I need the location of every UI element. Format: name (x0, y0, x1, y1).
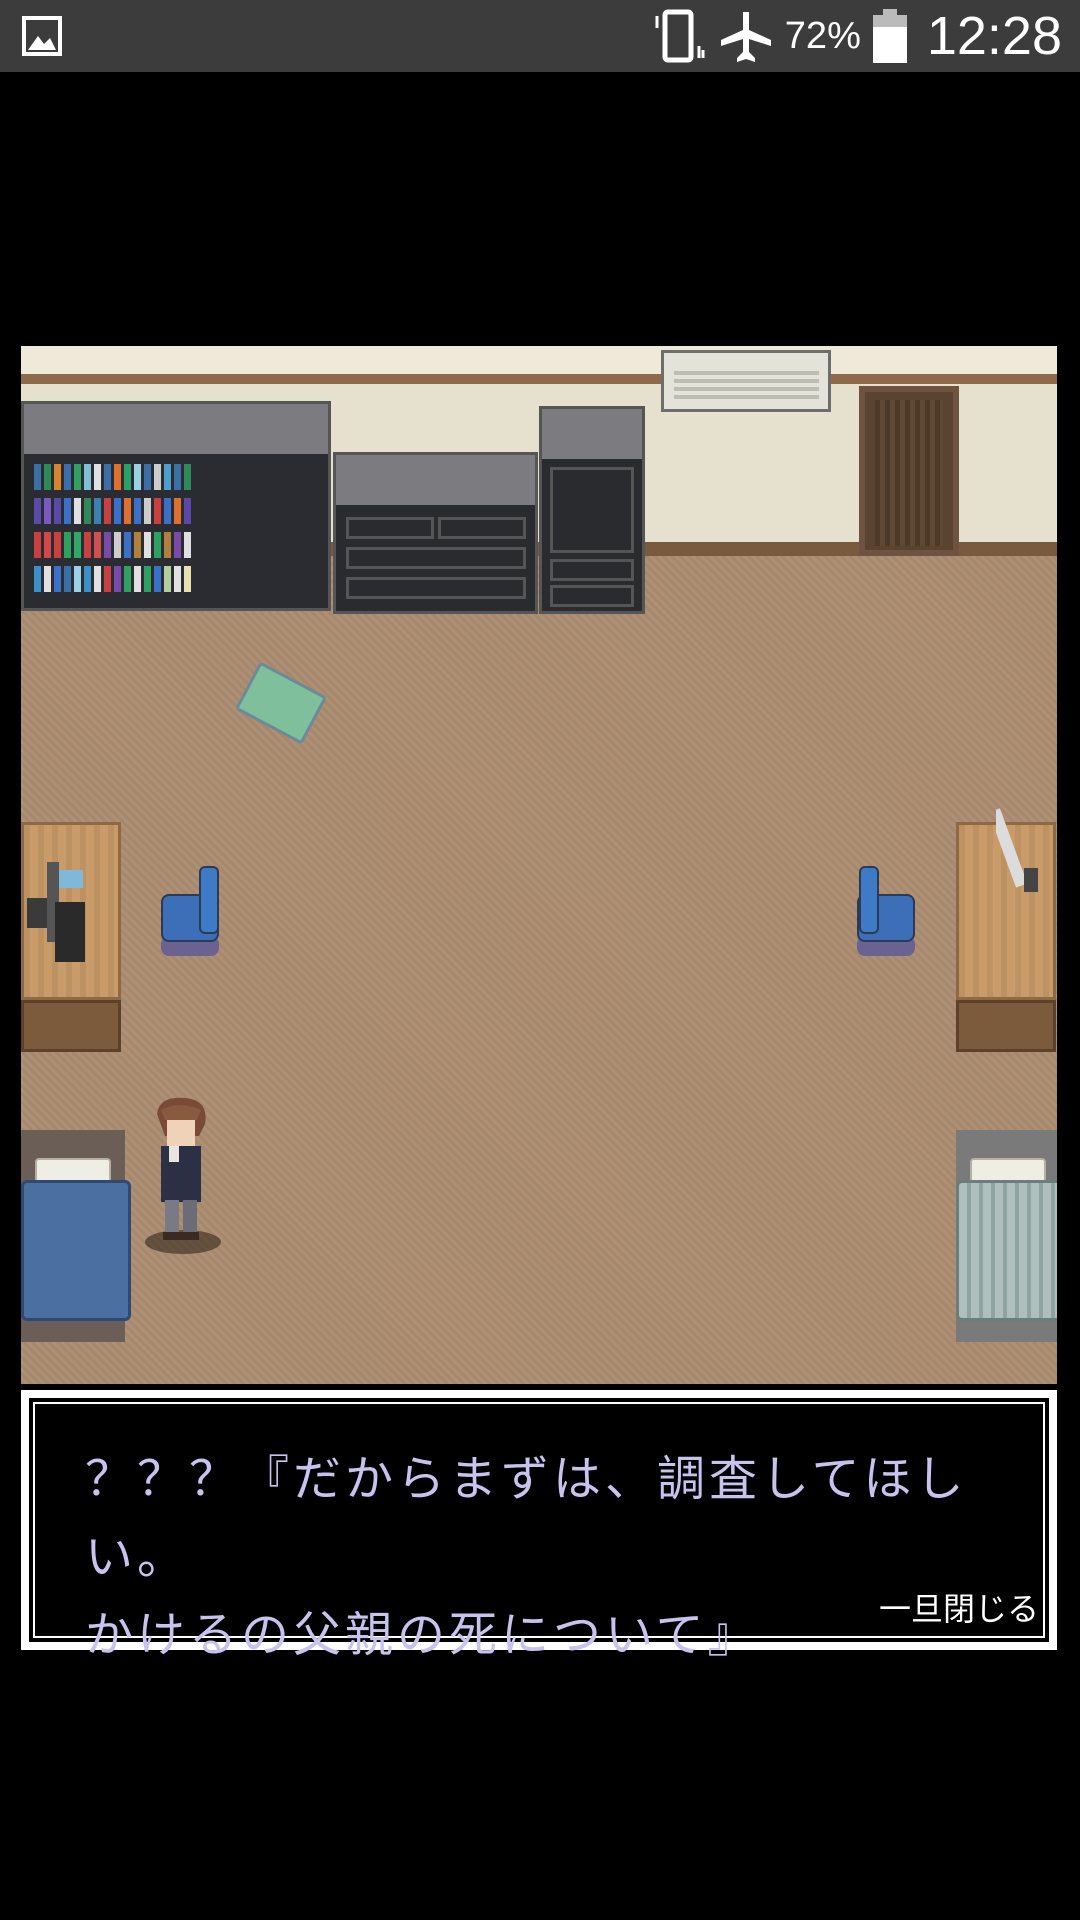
clock: 12:28 (926, 6, 1062, 66)
close-dialog-button[interactable]: 一旦閉じる (879, 1584, 1039, 1630)
carpet-floor (21, 556, 1057, 1384)
left-desk[interactable] (21, 822, 121, 1052)
status-bar: 72% 12:28 (0, 0, 1080, 72)
gallery-icon (22, 16, 62, 56)
desk-lamp-icon[interactable] (996, 808, 1046, 908)
dialog-box[interactable]: ？？？『だからまずは、調査してほしい。 かけるの父親の死について』 一旦閉じる (18, 1387, 1060, 1663)
dialog-line-1: ？？？『だからまずは、調査してほしい。 (85, 1451, 968, 1585)
right-bed[interactable] (956, 1130, 1057, 1342)
player-character[interactable] (139, 1096, 227, 1256)
vibrate-icon (655, 9, 705, 63)
computer-icon[interactable] (27, 862, 91, 972)
bookshelf[interactable] (21, 401, 331, 611)
door[interactable] (859, 386, 959, 556)
dialog-text: ？？？『だからまずは、調査してほしい。 かけるの父親の死について』 (85, 1440, 1005, 1674)
air-conditioner[interactable] (661, 350, 831, 412)
right-chair[interactable] (853, 866, 919, 962)
battery-percent: 72% (784, 14, 861, 57)
dialog-line-2: かけるの父親の死について』 (85, 1607, 760, 1663)
airplane-mode-icon (720, 12, 771, 62)
game-scene[interactable] (21, 346, 1057, 1384)
right-desk[interactable] (956, 808, 1056, 1052)
dresser[interactable] (333, 452, 538, 614)
wardrobe[interactable] (539, 406, 645, 614)
battery-icon (872, 9, 907, 63)
left-bed[interactable] (21, 1130, 131, 1342)
left-chair[interactable] (157, 866, 223, 962)
